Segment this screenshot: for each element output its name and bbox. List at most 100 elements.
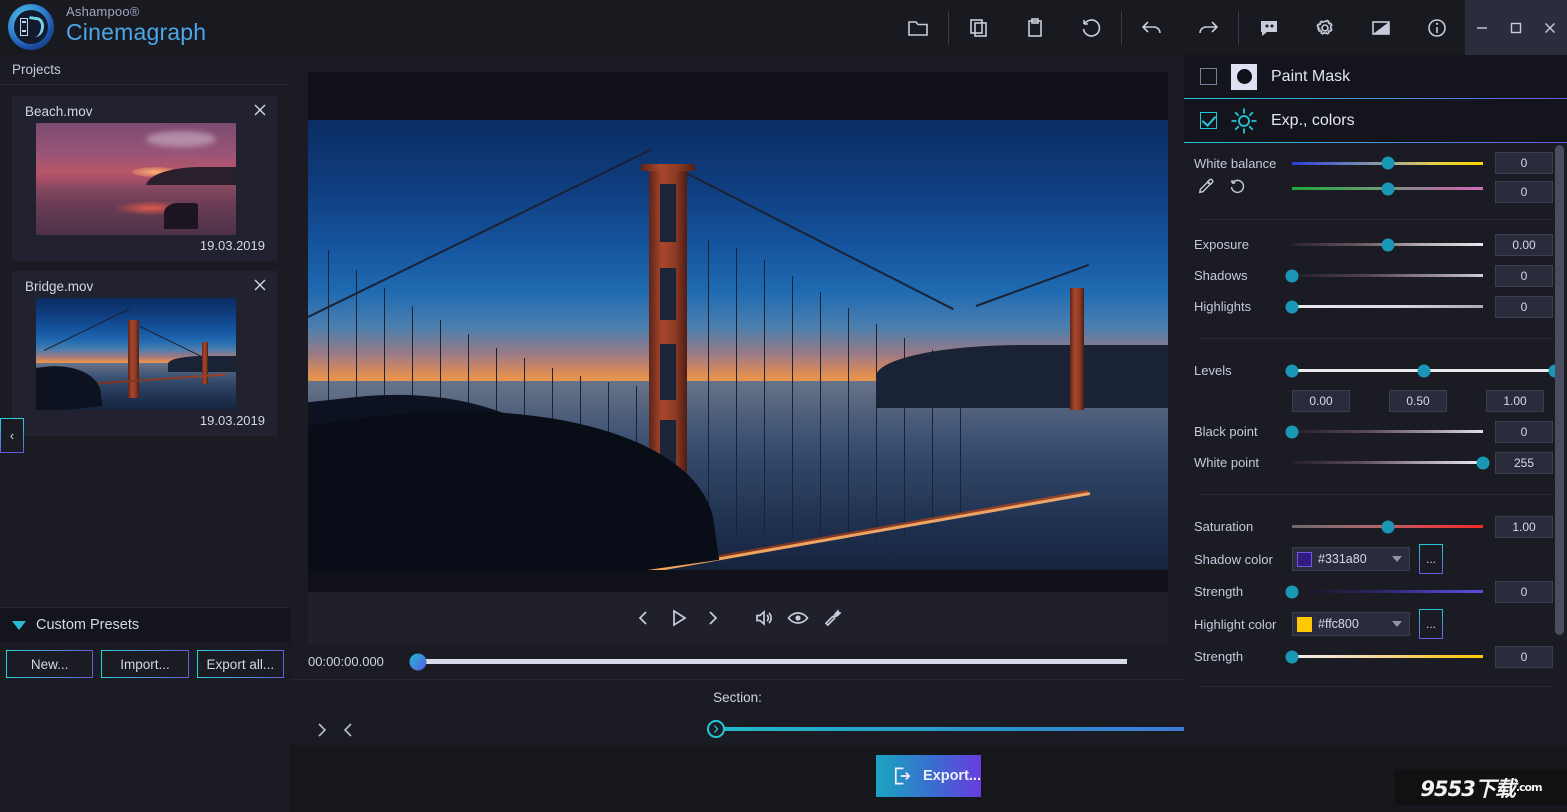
highlights-row: Highlights 0 <box>1184 291 1567 322</box>
slider-knob[interactable] <box>1285 300 1299 313</box>
white-point-slider[interactable] <box>1292 456 1490 469</box>
close-icon[interactable] <box>1533 0 1567 55</box>
levels-white-value[interactable]: 1.00 <box>1486 390 1544 412</box>
exposure-slider[interactable] <box>1292 238 1483 251</box>
highlights-value[interactable]: 0 <box>1495 295 1553 318</box>
paint-mask-checkbox[interactable] <box>1200 68 1217 85</box>
levels-mid-value[interactable]: 0.50 <box>1389 390 1447 412</box>
export-button[interactable]: Export... <box>876 755 981 797</box>
black-point-row: Black point 0 <box>1184 416 1567 447</box>
shadow-color-row: Shadow color #331a80 ... <box>1184 542 1567 576</box>
highlight-color-label: Highlight color <box>1194 616 1277 632</box>
new-preset-button[interactable]: New... <box>6 650 94 678</box>
layer-exp-colors[interactable]: Exp., colors <box>1184 99 1567 142</box>
eyedropper-icon[interactable] <box>1196 176 1216 196</box>
export-all-presets-button[interactable]: Export all... <box>196 650 284 678</box>
bridge-thumbnail <box>36 298 236 410</box>
tools-wrench-button[interactable] <box>815 598 849 638</box>
gear-icon[interactable] <box>1297 0 1353 55</box>
custom-presets-header[interactable]: Custom Presets <box>0 607 290 642</box>
close-icon[interactable] <box>251 276 269 294</box>
maximize-icon[interactable] <box>1499 0 1533 55</box>
slider-knob[interactable] <box>1476 456 1490 469</box>
highlight-strength-row: Strength 0 <box>1184 641 1567 672</box>
highlight-color-more-button[interactable]: ... <box>1419 609 1443 639</box>
adjustments-panel: Paint Mask Exp., colors White balance 0 <box>1184 55 1567 745</box>
slider-knob[interactable] <box>1285 650 1299 663</box>
section-prev-button[interactable] <box>337 718 359 742</box>
levels-black-value[interactable]: 0.00 <box>1292 390 1350 412</box>
copy-icon[interactable] <box>951 0 1007 55</box>
highlight-strength-label: Strength <box>1194 649 1244 664</box>
shadows-value[interactable]: 0 <box>1495 264 1553 287</box>
slider-knob[interactable] <box>1381 238 1394 251</box>
slider-knob[interactable] <box>1381 182 1394 195</box>
close-icon[interactable] <box>251 101 269 119</box>
exposure-value[interactable]: 0.00 <box>1495 233 1553 256</box>
sun-exposure-icon <box>1229 106 1259 136</box>
chevron-down-icon <box>1392 621 1402 627</box>
brand-product: Cinemagraph <box>66 19 207 45</box>
slider-knob[interactable] <box>1381 520 1394 533</box>
shadow-color-swatch <box>1297 551 1312 567</box>
list-item[interactable]: Bridge.mov 19.03.2019 <box>12 271 278 436</box>
exp-colors-checkbox[interactable] <box>1200 112 1217 129</box>
list-item[interactable]: Beach.mov 19.03.2019 <box>12 96 278 261</box>
black-point-slider[interactable] <box>1285 425 1483 438</box>
undo-icon[interactable] <box>1124 0 1180 55</box>
layer-label: Exp., colors <box>1271 111 1355 129</box>
levels-slider[interactable] <box>1285 364 1562 377</box>
levels-label: Levels <box>1194 363 1232 378</box>
slider-knob[interactable] <box>1285 269 1299 282</box>
collapse-sidebar-button[interactable]: ‹ <box>0 418 24 453</box>
next-frame-button[interactable] <box>695 598 729 638</box>
slider-knob[interactable] <box>1285 585 1299 598</box>
reset-circular-icon[interactable] <box>1226 176 1246 196</box>
saturation-slider[interactable] <box>1292 520 1483 533</box>
levels-mid-knob[interactable] <box>1417 364 1430 377</box>
highlight-color-swatch <box>1297 616 1312 632</box>
white-balance-tint-value[interactable]: 0 <box>1495 181 1553 203</box>
info-icon[interactable] <box>1409 0 1465 55</box>
paste-clipboard-icon[interactable] <box>1007 0 1063 55</box>
white-balance-label: White balance <box>1194 155 1277 171</box>
shadow-color-select[interactable]: #331a80 <box>1292 547 1410 571</box>
playhead-handle[interactable] <box>409 653 427 670</box>
previous-frame-button[interactable] <box>627 598 661 638</box>
section-start-handle[interactable] <box>707 720 725 738</box>
highlight-color-select[interactable]: #ffc800 <box>1292 612 1410 636</box>
shadow-strength-slider[interactable] <box>1285 585 1483 598</box>
play-button[interactable] <box>661 598 695 638</box>
black-point-value[interactable]: 0 <box>1495 420 1553 443</box>
shadow-strength-value[interactable]: 0 <box>1495 580 1553 603</box>
saturation-value[interactable]: 1.00 <box>1495 515 1553 538</box>
highlight-strength-value[interactable]: 0 <box>1495 645 1553 668</box>
white-balance-temp-slider[interactable] <box>1292 156 1483 170</box>
white-point-value[interactable]: 255 <box>1495 451 1553 474</box>
levels-black-knob[interactable] <box>1285 364 1299 377</box>
theme-contrast-icon[interactable] <box>1353 0 1409 55</box>
playhead-track[interactable] <box>409 653 1127 670</box>
import-preset-button[interactable]: Import... <box>101 650 189 678</box>
shadows-slider[interactable] <box>1285 269 1483 282</box>
volume-button[interactable] <box>747 598 781 638</box>
white-balance-temp-value[interactable]: 0 <box>1495 152 1553 174</box>
open-folder-icon[interactable] <box>890 0 946 55</box>
section-next-button[interactable] <box>311 718 333 742</box>
slider-knob[interactable] <box>1285 425 1299 438</box>
redo-icon[interactable] <box>1180 0 1236 55</box>
highlight-strength-slider[interactable] <box>1285 650 1483 663</box>
footer-bar: Export... 9553下载 .com <box>291 745 1567 812</box>
white-balance-tint-slider[interactable] <box>1292 182 1483 195</box>
slider-knob[interactable] <box>1381 156 1394 170</box>
video-preview[interactable] <box>308 120 1168 570</box>
shadow-strength-row: Strength 0 <box>1184 576 1567 607</box>
minimize-icon[interactable] <box>1465 0 1499 55</box>
panel-scrollbar[interactable] <box>1555 145 1564 635</box>
feedback-icon[interactable] <box>1241 0 1297 55</box>
highlights-slider[interactable] <box>1285 300 1483 313</box>
layer-paint-mask[interactable]: Paint Mask <box>1184 55 1567 98</box>
shadow-color-more-button[interactable]: ... <box>1419 544 1443 574</box>
preview-eye-button[interactable] <box>781 598 815 638</box>
reset-icon[interactable] <box>1063 0 1119 55</box>
